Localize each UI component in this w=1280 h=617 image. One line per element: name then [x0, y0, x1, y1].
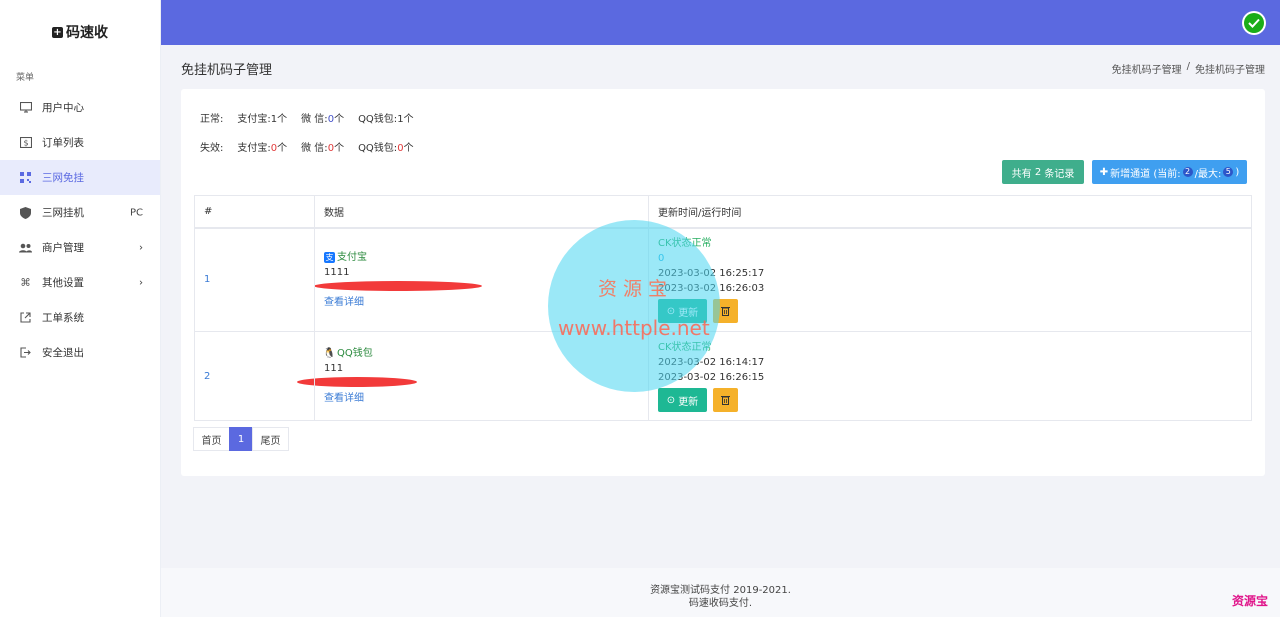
shield-icon — [19, 206, 32, 219]
sidebar-item-tickets[interactable]: 工单系统 — [0, 300, 160, 335]
sidebar-item-label: 订单列表 — [42, 137, 84, 149]
svg-text:$: $ — [23, 139, 28, 148]
sidebar-item-orders[interactable]: $ 订单列表 — [0, 125, 160, 160]
stat-qq: QQ钱包:0个 — [358, 143, 414, 154]
corner-watermark: 资源宝 — [1231, 594, 1268, 608]
breadcrumb-separator: / — [1186, 60, 1190, 72]
sidebar-item-label: 三网挂机 — [42, 207, 84, 219]
row-index[interactable]: 1 — [204, 274, 210, 285]
qq-penguin-icon: 🐧 — [323, 348, 336, 359]
sidebar-item-other-settings[interactable]: ⌘ 其他设置 › — [0, 265, 160, 300]
sidebar-item-logout[interactable]: 安全退出 — [0, 335, 160, 370]
update-time: 2023-03-02 16:14:17 — [658, 357, 765, 368]
sidebar-item-label: 三网免挂 — [42, 172, 84, 184]
sidebar-item-label: 商户管理 — [42, 242, 84, 254]
sidebar-item-label: 用户中心 — [42, 102, 84, 114]
run-time: 2023-03-02 16:26:03 — [658, 283, 765, 295]
redaction-mark — [314, 280, 482, 291]
run-count: 0 — [658, 251, 1251, 266]
chevron-right-icon: › — [139, 277, 143, 288]
column-header: 数据 — [314, 195, 649, 229]
wechat-icon — [1244, 13, 1264, 33]
stats-invalid: 失效: 支付宝:0个 微 信:0个 QQ钱包:0个 — [200, 139, 414, 154]
view-detail-link[interactable]: 查看详细 — [324, 391, 648, 406]
table-header-row: # 数据 更新时间/运行时间 — [194, 195, 1252, 229]
update-button[interactable]: ⊙更新 — [658, 388, 707, 412]
breadcrumb-item[interactable]: 免挂机码子管理 — [1112, 61, 1182, 76]
channels-table: # 数据 更新时间/运行时间 1 支 支付宝 1111 查看详细 CK状态正 — [194, 195, 1252, 421]
breadcrumb-item-current: 免挂机码子管理 — [1195, 64, 1265, 76]
pagination: 首页 1 尾页 — [193, 427, 289, 451]
delete-button[interactable] — [713, 388, 738, 412]
monitor-icon — [19, 101, 32, 114]
run-time: 2023-03-02 16:26:15 — [658, 372, 765, 383]
refresh-icon: ⊙ — [666, 394, 676, 406]
pc-tag: PC — [129, 207, 143, 218]
share-icon — [19, 311, 32, 324]
page-header: 免挂机码子管理 免挂机码子管理 / 免挂机码子管理 — [181, 58, 1265, 78]
sidebar-item-three-net-free[interactable]: 三网免挂 — [0, 160, 160, 195]
stats-label: 正常: — [200, 114, 224, 125]
sidebar-item-label: 安全退出 — [42, 347, 84, 359]
sidebar-item-three-net-hang[interactable]: 三网挂机 PC — [0, 195, 160, 230]
content-card: 正常: 支付宝:1个 微 信:0个 QQ钱包:1个 失效: 支付宝:0个 微 信… — [181, 89, 1265, 476]
sidebar-item-label: 工单系统 — [42, 312, 84, 324]
table-row: 1 支 支付宝 1111 查看详细 CK状态正常 0 2023-03-02 16… — [194, 227, 1252, 332]
page-title: 免挂机码子管理 — [181, 62, 273, 78]
stat-wechat: 微 信:0个 — [301, 114, 345, 125]
ck-status: CK状态正常 — [658, 340, 1251, 355]
current-page-button[interactable]: 1 — [229, 427, 253, 451]
plus-square-icon: + — [52, 26, 63, 38]
total-records-button[interactable]: 共有 2 条记录 — [1002, 160, 1084, 184]
column-header: 更新时间/运行时间 — [648, 195, 1252, 229]
stat-alipay: 支付宝:1个 — [237, 114, 288, 125]
update-time: 2023-03-02 16:25:17 — [658, 268, 765, 280]
footer: 资源宝测试码支付 2019-2021. 码速收码支付. — [161, 568, 1280, 617]
sidebar-item-merchant[interactable]: 商户管理 › — [0, 230, 160, 265]
plus-icon: ✚ — [1099, 166, 1109, 178]
first-page-button[interactable]: 首页 — [193, 427, 230, 451]
command-icon: ⌘ — [20, 276, 31, 289]
trash-icon — [721, 396, 730, 405]
brand[interactable]: + 码速收 — [0, 0, 160, 64]
avatar[interactable] — [1242, 11, 1266, 35]
breadcrumb: 免挂机码子管理 / 免挂机码子管理 — [1112, 61, 1265, 76]
chevron-right-icon: › — [139, 242, 143, 253]
table-row: 2 🐧 QQ钱包 111 查看详细 CK状态正常 2023-03-02 16:1… — [194, 331, 1252, 421]
qrcode-icon — [19, 171, 32, 184]
footer-brand: 码速收码支付. — [688, 598, 753, 609]
logout-icon — [19, 346, 32, 359]
stats-normal: 正常: 支付宝:1个 微 信:0个 QQ钱包:1个 — [200, 110, 414, 125]
menu-title: 菜单 — [16, 73, 35, 83]
watermark-title: 资源宝 — [598, 278, 674, 300]
last-page-button[interactable]: 尾页 — [252, 427, 289, 451]
trash-icon — [721, 307, 730, 317]
row-index[interactable]: 2 — [204, 371, 210, 382]
stat-qq: QQ钱包:1个 — [358, 114, 414, 125]
top-bar — [161, 0, 1280, 45]
stat-wechat: 微 信:0个 — [301, 143, 345, 154]
sidebar: + 码速收 菜单 用户中心 $ 订单列表 三网免挂 三网挂机 PC 商户管理 › — [0, 0, 161, 617]
users-icon — [19, 241, 32, 254]
add-channel-button[interactable]: ✚ 新增通道 (当前: 2 /最大: 5 ) — [1092, 160, 1247, 184]
column-header: # — [194, 195, 315, 229]
ck-status: CK状态正常 — [658, 236, 1251, 251]
alipay-icon: 支 — [324, 251, 335, 263]
watermark-circle — [548, 220, 720, 392]
sidebar-item-label: 其他设置 — [42, 277, 84, 289]
footer-copyright: 资源宝测试码支付 2019-2021. — [650, 585, 791, 596]
brand-name: 码速收 — [66, 25, 108, 41]
watermark-url: www.httple.net — [558, 316, 710, 340]
stats-label: 失效: — [200, 143, 224, 154]
dollar-box-icon: $ — [19, 136, 32, 149]
sidebar-item-user-center[interactable]: 用户中心 — [0, 90, 160, 125]
redaction-mark — [297, 377, 417, 387]
stat-alipay: 支付宝:0个 — [237, 143, 288, 154]
